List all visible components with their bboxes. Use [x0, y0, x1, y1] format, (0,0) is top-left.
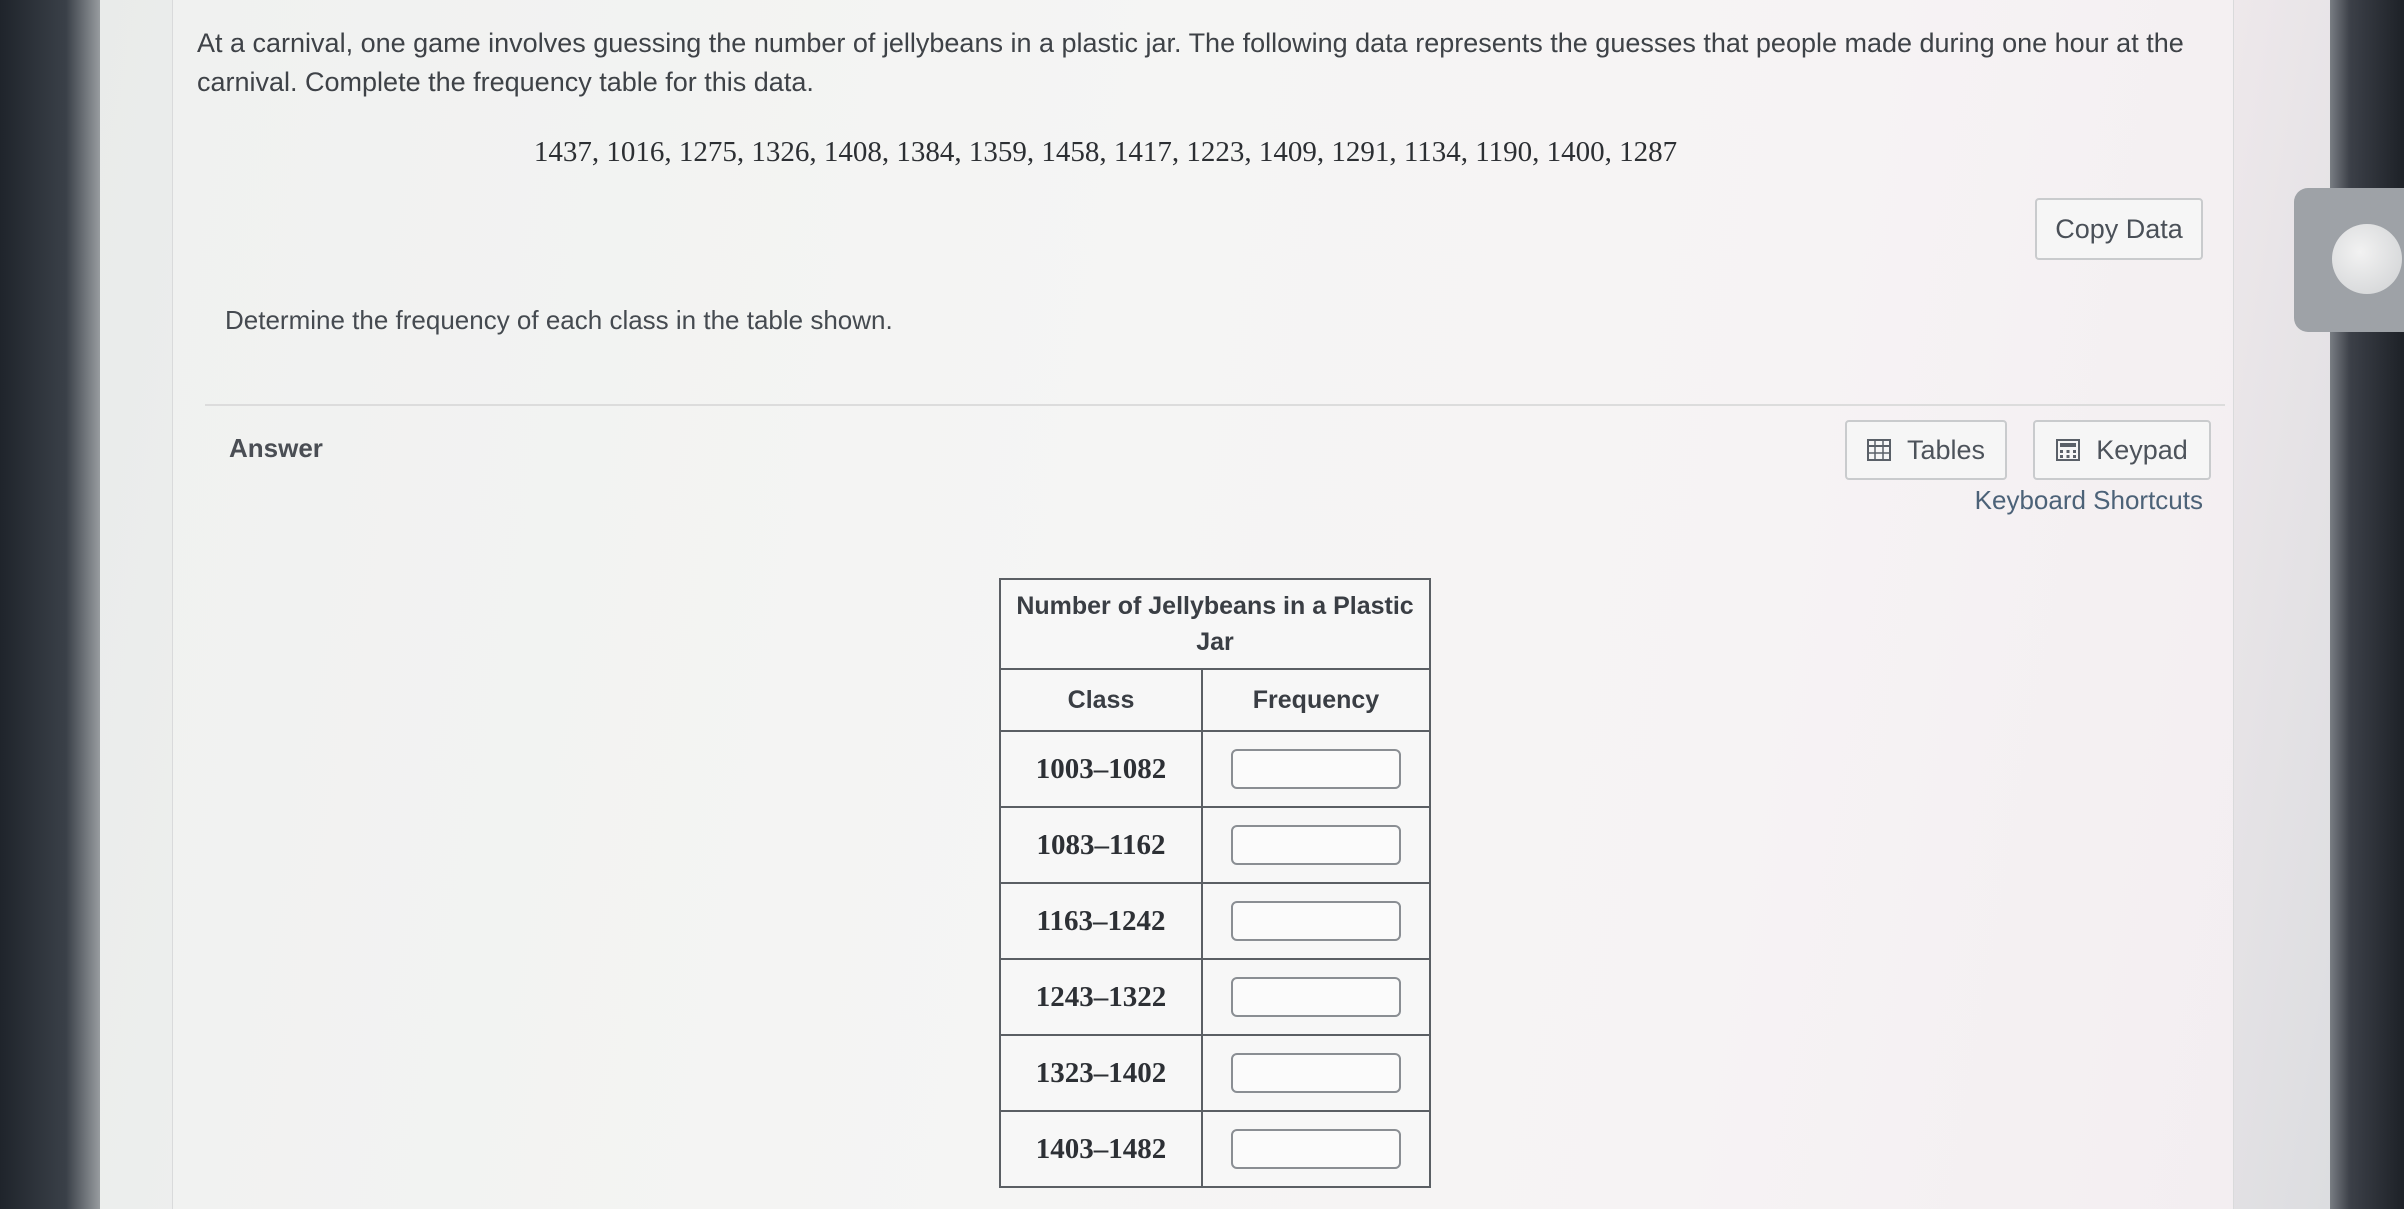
question-card: At a carnival, one game involves guessin… [172, 0, 2234, 1209]
keyboard-shortcuts-link[interactable]: Keyboard Shortcuts [1973, 485, 2203, 516]
frequency-table: Number of Jellybeans in a Plastic Jar Cl… [999, 578, 1431, 1188]
table-caption: Number of Jellybeans in a Plastic Jar [999, 578, 1431, 670]
table-grid-icon [1866, 439, 1891, 461]
frequency-input[interactable] [1231, 749, 1401, 789]
frequency-input[interactable] [1231, 977, 1401, 1017]
class-cell: 1163–1242 [999, 882, 1203, 960]
tables-button[interactable]: Tables [1845, 420, 2007, 480]
column-header-class: Class [999, 668, 1203, 732]
data-list: 1437, 1016, 1275, 1326, 1408, 1384, 1359… [533, 136, 1678, 168]
table-row: 1243–1322 [999, 958, 1431, 1036]
side-drawer-handle[interactable] [2294, 188, 2404, 332]
answer-label: Answer [229, 433, 323, 463]
class-cell: 1323–1402 [999, 1034, 1203, 1112]
question-prompt: At a carnival, one game involves guessin… [197, 28, 2184, 97]
circle-knob-icon [2332, 224, 2402, 294]
class-cell: 1243–1322 [999, 958, 1203, 1036]
frequency-cell [1201, 730, 1431, 808]
table-row: 1083–1162 [999, 806, 1431, 884]
table-row: 1003–1082 [999, 730, 1431, 808]
column-header-frequency: Frequency [1201, 668, 1431, 732]
frequency-input[interactable] [1231, 901, 1401, 941]
frequency-cell [1201, 1110, 1431, 1188]
frequency-cell [1201, 958, 1431, 1036]
class-cell: 1083–1162 [999, 806, 1203, 884]
table-row: 1323–1402 [999, 1034, 1431, 1112]
keypad-button-label: Keypad [2096, 434, 2188, 465]
frequency-input[interactable] [1231, 1053, 1401, 1093]
table-row: 1403–1482 [999, 1110, 1431, 1188]
frequency-cell [1201, 806, 1431, 884]
copy-data-button[interactable]: Copy Data [2035, 198, 2203, 260]
table-row: 1163–1242 [999, 882, 1431, 960]
calculator-icon [2056, 439, 2081, 461]
section-divider [205, 404, 2225, 406]
frequency-cell [1201, 1034, 1431, 1112]
class-cell: 1003–1082 [999, 730, 1203, 808]
frequency-input[interactable] [1231, 1129, 1401, 1169]
frequency-input[interactable] [1231, 825, 1401, 865]
class-cell: 1403–1482 [999, 1110, 1203, 1188]
tables-button-label: Tables [1906, 434, 1986, 465]
instruction-text: Determine the frequency of each class in… [225, 305, 893, 335]
keypad-button[interactable]: Keypad [2033, 420, 2211, 480]
frequency-cell [1201, 882, 1431, 960]
page: At a carnival, one game involves guessin… [100, 0, 2330, 1209]
